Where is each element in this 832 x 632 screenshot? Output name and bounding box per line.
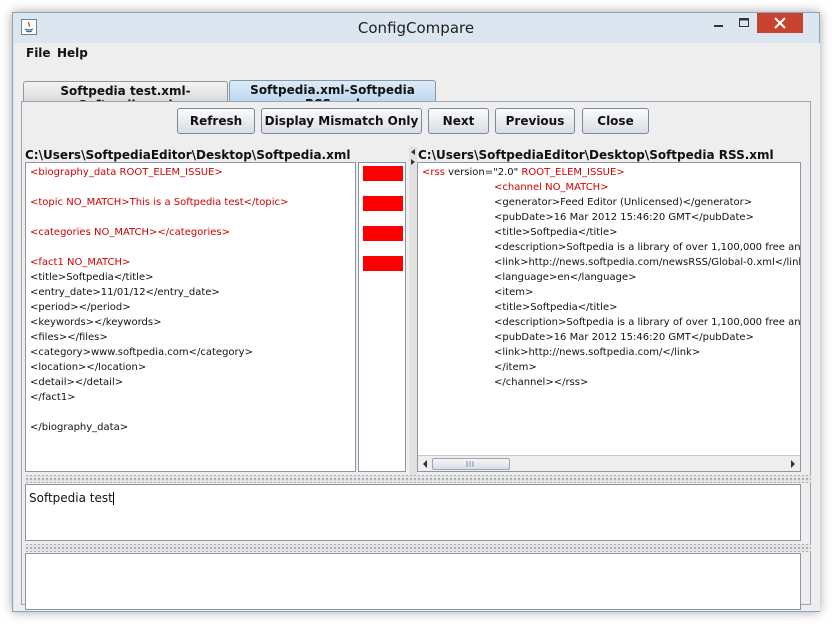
mismatch-marker[interactable] <box>363 196 403 211</box>
tab-softpedia-test-vs-softpedia[interactable]: Softpedia test.xml-Softpedia.xml <box>23 81 228 112</box>
mismatch-marker-column <box>358 162 406 472</box>
scroll-right-icon[interactable] <box>787 457 799 471</box>
menu-file[interactable]: File <box>26 46 51 60</box>
mismatch-marker[interactable] <box>363 256 403 271</box>
refresh-button[interactable]: Refresh <box>177 108 255 134</box>
xml-line: <pubDate>16 Mar 2012 15:46:20 GMT</pubDa… <box>494 332 754 343</box>
right-file-path: C:\Users\SoftpediaEditor\Desktop\Softped… <box>418 148 774 162</box>
pane-splitter[interactable] <box>409 147 417 475</box>
xml-line: </biography_data> <box>30 422 129 433</box>
xml-line: <keywords></keywords> <box>30 317 162 328</box>
xml-line: </channel></rss> <box>494 377 589 388</box>
xml-line: <detail></detail> <box>30 377 124 388</box>
window-title: ConfigCompare <box>357 19 475 37</box>
tab-softpedia-vs-softpedia-rss[interactable]: Softpedia.xml-Softpedia RSS.xml <box>229 80 436 111</box>
xml-line: <item> <box>494 287 534 298</box>
mismatch-marker[interactable] <box>363 226 403 241</box>
xml-line: <files></files> <box>30 332 108 343</box>
splitter-arrows-icon[interactable] <box>409 147 417 167</box>
main-content: Softpedia test.xml-Softpedia.xml Softped… <box>14 65 820 611</box>
left-file-path: C:\Users\SoftpediaEditor\Desktop\Softped… <box>25 148 351 162</box>
xml-line: <category>www.softpedia.com</category> <box>30 347 253 358</box>
xml-line: <pubDate>16 Mar 2012 15:46:20 GMT</pubDa… <box>494 212 754 223</box>
mismatch-line: <topic NO_MATCH>This is a Softpedia test… <box>30 197 289 208</box>
xml-line: </item> <box>494 362 537 373</box>
next-button[interactable]: Next <box>428 108 489 134</box>
xml-line: <title>Softpedia</title> <box>30 272 154 283</box>
text-caret <box>112 492 114 505</box>
xml-line: <generator>Feed Editor (Unlicensed)</gen… <box>494 197 753 208</box>
mismatch-line: <categories NO_MATCH></categories> <box>30 227 230 238</box>
scroll-left-icon[interactable] <box>419 457 431 471</box>
xml-line: <link>http://news.softpedia.com/newsRSS/… <box>494 257 801 268</box>
close-window-button[interactable] <box>757 13 803 33</box>
xml-line: <link>http://news.softpedia.com/</link> <box>494 347 701 358</box>
mismatch-line: <rss version="2.0" ROOT_ELEM_ISSUE> <box>422 167 625 178</box>
xml-line: <location></location> <box>30 362 147 373</box>
close-button[interactable]: Close <box>582 108 649 134</box>
minimize-button[interactable] <box>705 13 731 33</box>
menu-bar: File Help <box>14 43 820 65</box>
right-xml-pane[interactable]: <rss version="2.0" ROOT_ELEM_ISSUE> <chan… <box>417 162 801 472</box>
mismatch-marker[interactable] <box>363 166 403 181</box>
detail-text-area[interactable]: Softpedia test <box>25 484 801 541</box>
xml-line: <description>Softpedia is a library of o… <box>494 317 801 328</box>
xml-line: <language>en</language> <box>494 272 637 283</box>
mismatch-line: <channel NO_MATCH> <box>494 182 609 193</box>
previous-button[interactable]: Previous <box>495 108 575 134</box>
detail-text: Softpedia test <box>29 491 113 505</box>
xml-line: <description>Softpedia is a library of o… <box>494 242 801 253</box>
left-xml-pane[interactable]: <biography_data ROOT_ELEM_ISSUE> <topic N… <box>25 162 356 472</box>
xml-line: </fact1> <box>30 392 76 403</box>
horizontal-scrollbar[interactable] <box>418 455 800 471</box>
scrollbar-thumb[interactable] <box>432 458 510 470</box>
display-mismatch-only-button[interactable]: Display Mismatch Only <box>261 108 422 134</box>
horizontal-splitter-bottom[interactable] <box>25 544 811 552</box>
app-window: ConfigCompare File Help Softpedia test.x… <box>12 12 820 612</box>
xml-line: <entry_date>11/01/12</entry_date> <box>30 287 220 298</box>
xml-line: <title>Softpedia</title> <box>494 302 618 313</box>
xml-line: <title>Softpedia</title> <box>494 227 618 238</box>
menu-help[interactable]: Help <box>57 46 88 60</box>
xml-line: <period></period> <box>30 302 131 313</box>
maximize-button[interactable] <box>731 13 757 33</box>
mismatch-line: <biography_data ROOT_ELEM_ISSUE> <box>30 167 223 178</box>
title-bar[interactable]: ConfigCompare <box>13 13 819 43</box>
mismatch-line: <fact1 NO_MATCH> <box>30 257 131 268</box>
horizontal-splitter-top[interactable] <box>25 475 811 483</box>
secondary-text-area[interactable] <box>25 553 801 610</box>
